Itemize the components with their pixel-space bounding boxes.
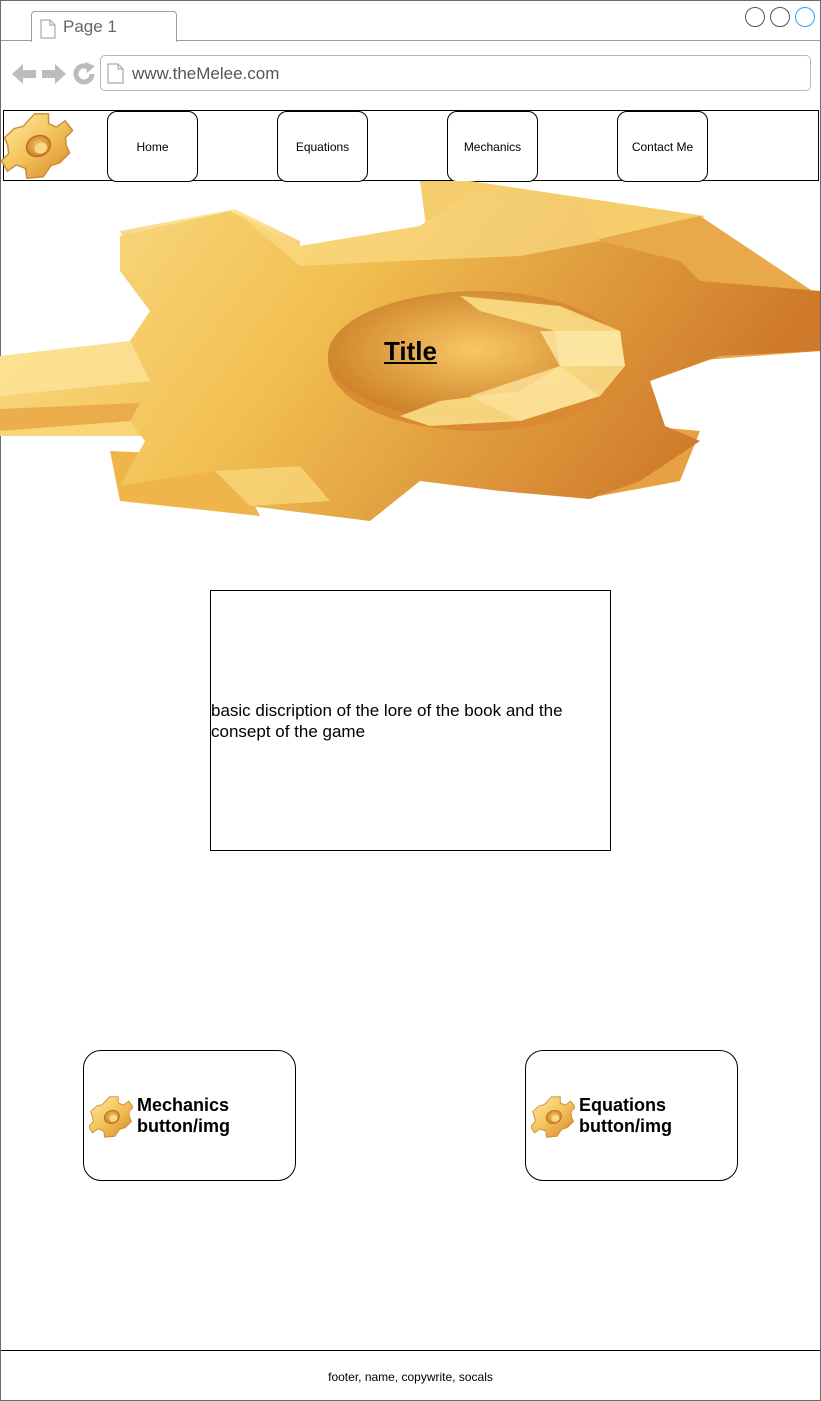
gear-icon xyxy=(89,1096,133,1138)
gear-icon xyxy=(531,1096,575,1138)
footer-text: footer, name, copywrite, socals xyxy=(328,1370,493,1384)
mechanics-card-label-line1: Mechanics xyxy=(137,1095,230,1115)
gear-logo-icon[interactable] xyxy=(1,111,73,181)
nav-equations-button[interactable]: Equations xyxy=(277,111,368,182)
browser-tab[interactable]: Page 1 xyxy=(31,11,177,42)
forward-arrow-icon[interactable] xyxy=(41,62,67,86)
mechanics-card-label: Mechanics button/img xyxy=(137,1095,230,1137)
description-text: basic discription of the lore of the boo… xyxy=(211,701,563,741)
page-icon xyxy=(40,19,56,39)
address-bar[interactable]: www.theMelee.com xyxy=(100,55,811,91)
page-icon xyxy=(107,63,124,84)
window-maximize-button[interactable] xyxy=(770,7,790,27)
browser-toolbar: www.theMelee.com xyxy=(1,41,820,109)
window-minimize-button[interactable] xyxy=(745,7,765,27)
window-close-button[interactable] xyxy=(795,7,815,27)
description-box: basic discription of the lore of the boo… xyxy=(210,590,611,851)
equations-card-button[interactable]: Equations button/img xyxy=(525,1050,738,1181)
nav-contact-button[interactable]: Contact Me xyxy=(617,111,708,182)
equations-card-label: Equations button/img xyxy=(579,1095,672,1137)
mechanics-card-button[interactable]: Mechanics button/img xyxy=(83,1050,296,1181)
back-arrow-icon[interactable] xyxy=(11,62,37,86)
hero-banner: Title xyxy=(0,181,821,531)
tab-title: Page 1 xyxy=(63,17,117,36)
page-footer: footer, name, copywrite, socals xyxy=(1,1350,820,1400)
equations-card-label-line1: Equations xyxy=(579,1095,667,1115)
site-navigation-bar: Home Equations Mechanics Contact Me xyxy=(1,110,819,182)
nav-mechanics-button[interactable]: Mechanics xyxy=(447,111,538,182)
tab-bar: Page 1 xyxy=(1,1,820,42)
hero-title: Title xyxy=(384,336,437,366)
reload-icon[interactable] xyxy=(71,61,97,87)
nav-home-button[interactable]: Home xyxy=(107,111,198,182)
url-text: www.theMelee.com xyxy=(132,64,280,83)
mechanics-card-label-line2: button/img xyxy=(137,1116,230,1136)
equations-card-label-line2: button/img xyxy=(579,1116,672,1136)
